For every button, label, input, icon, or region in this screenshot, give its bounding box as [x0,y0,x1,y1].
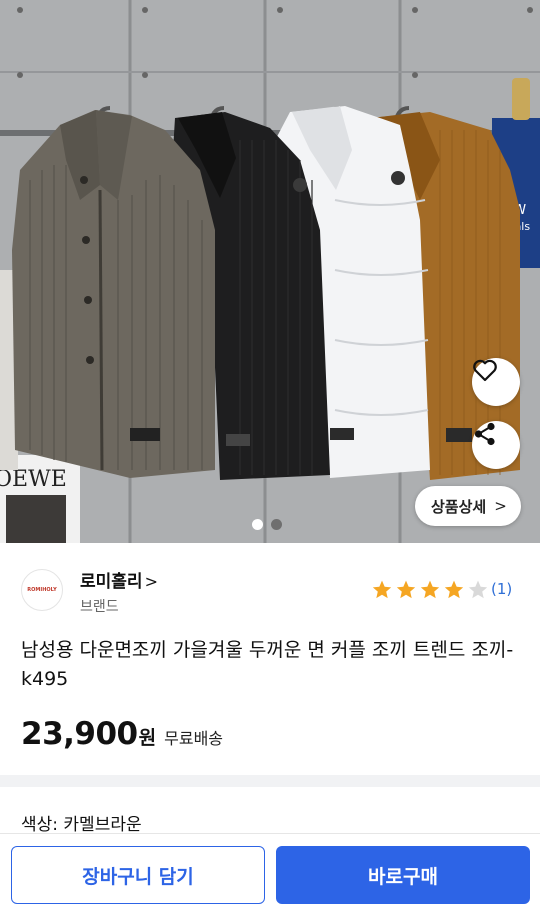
star-filled-icon [444,580,464,599]
seller-type-label: 브랜드 [80,599,119,615]
section-divider [0,775,540,787]
chevron-right-icon: > [144,572,158,591]
product-photo: EW ivals OEWE [0,0,540,543]
price-currency: 원 [138,727,157,749]
star-empty-icon [468,580,488,599]
carousel-dot-2[interactable] [271,519,282,530]
chevron-right-icon: > [494,497,507,515]
star-filled-icon [420,580,440,599]
product-image-carousel[interactable]: EW ivals OEWE [0,0,540,543]
seller-logo: ROMIHOLY [27,587,57,593]
seller-name: 로미홀리 [80,572,143,592]
product-detail-label: 상품상세 [431,497,487,516]
seller-avatar[interactable]: ROMIHOLY [21,569,63,611]
carousel-indicator [252,519,282,530]
share-icon [474,422,495,446]
product-title: 남성용 다운면조끼 가을겨울 두꺼운 면 커플 조끼 트렌드 조끼-k495 [21,639,514,690]
price-amount: 23,900 [21,716,138,752]
buy-now-button[interactable]: 바로구매 [276,846,530,904]
bottom-action-bar: 장바구니 담기 바로구매 [0,833,540,909]
wishlist-button[interactable] [472,358,520,406]
star-filled-icon [396,580,416,599]
product-detail-button[interactable]: 상품상세 > [415,486,521,526]
star-filled-icon [372,580,392,599]
shipping-label: 무료배송 [164,729,224,748]
selected-option[interactable]: 색상: 카멜브라운 [21,810,142,835]
rating-stars[interactable] [371,579,489,601]
share-button[interactable] [472,421,520,469]
review-count[interactable]: (1) [491,580,512,598]
vest-grey [12,110,215,478]
add-to-cart-button[interactable]: 장바구니 담기 [11,846,265,904]
heart-outline-icon [473,359,497,382]
svg-text:OEWE: OEWE [0,467,67,492]
price-row: 23,900 원 무료배송 [21,716,223,752]
seller-name-link[interactable]: 로미홀리 > [80,567,158,592]
carousel-dot-1[interactable] [252,519,263,530]
seller-row: ROMIHOLY 로미홀리 > 브랜드 (1) [0,543,540,623]
